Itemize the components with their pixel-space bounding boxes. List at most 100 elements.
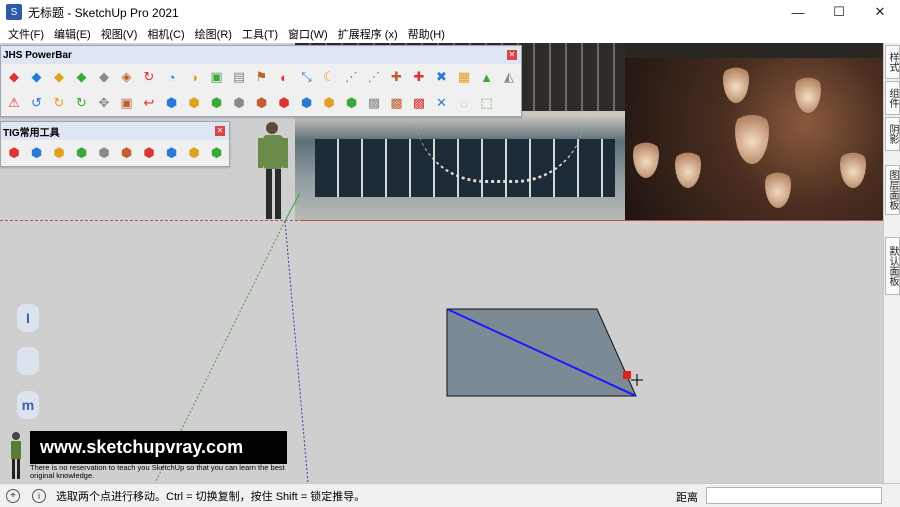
scale-figure-person [258, 122, 288, 219]
jhs-tool-icon[interactable]: ◆ [48, 66, 70, 88]
info-icon[interactable]: i [32, 488, 46, 503]
geo-location-icon[interactable]: ⌖ [6, 488, 20, 503]
watermark-person-icon [11, 432, 21, 479]
jhs-toolbar-header[interactable]: JHS PowerBar ✕ [1, 46, 521, 64]
menu-help[interactable]: 帮助(H) [403, 26, 450, 42]
window-title: 无标题 - SketchUp Pro 2021 [28, 5, 179, 20]
tray-tab-styles[interactable]: 样式 [885, 45, 900, 79]
tig-tool-icon[interactable]: ⬢ [183, 142, 205, 164]
blue-axis [284, 220, 309, 483]
jhs-tool-icon[interactable]: ▩ [363, 92, 385, 114]
jhs-tool-icon[interactable]: ▣ [206, 66, 228, 88]
menu-bar: 文件(F) 编辑(E) 视图(V) 相机(C) 绘图(R) 工具(T) 窗口(W… [0, 24, 900, 43]
jhs-tool-icon[interactable]: ↺ [26, 92, 48, 114]
menu-extensions[interactable]: 扩展程序 (x) [333, 26, 403, 42]
tray-tab-shadows[interactable]: 阴影 [885, 117, 900, 151]
jhs-tool-icon[interactable]: ✥ [93, 92, 115, 114]
jhs-tool-icon[interactable]: ⬢ [318, 92, 340, 114]
jhs-tool-icon[interactable]: ⬢ [273, 92, 295, 114]
jhs-tool-icon[interactable]: ◈ [116, 66, 138, 88]
tray-tab-components[interactable]: 组件 [885, 81, 900, 115]
jhs-tool-icon[interactable]: ▩ [408, 92, 430, 114]
jhs-tool-icon[interactable]: ☾ [318, 66, 340, 88]
jhs-tool-icon[interactable]: ◐ [273, 66, 295, 88]
title-bar: S 无标题 - SketchUp Pro 2021 — ☐ ✕ [0, 0, 900, 24]
jhs-tool-icon[interactable]: ▦ [453, 66, 475, 88]
shortcut-blank-button[interactable] [17, 347, 39, 375]
minimize-button[interactable]: — [775, 0, 821, 24]
menu-tools[interactable]: 工具(T) [237, 26, 283, 42]
jhs-tool-icon[interactable]: ⚑ [251, 66, 273, 88]
tig-tool-icon[interactable]: ⬢ [138, 142, 160, 164]
jhs-powerbar-toolbar: JHS PowerBar ✕ ◆ ◆ ◆ ◆ ◆ ◈ ↻ ◔ ◑ ▣ ▤ ⚑ ◐ ⤡ ☾ ⋰ ⋰ ✚ ✚ ✖ ▦ ▲ ◭ ⚠… [0, 45, 522, 117]
jhs-tool-icon[interactable]: ▤ [228, 66, 250, 88]
jhs-tool-icon[interactable]: ⬚ [476, 92, 498, 114]
jhs-tool-icon[interactable]: ⬢ [206, 92, 228, 114]
tig-tool-icon[interactable]: ⬢ [206, 142, 228, 164]
jhs-tool-icon[interactable]: ◑ [183, 66, 205, 88]
watermark-url: www.sketchupvray.com [30, 431, 287, 464]
jhs-tool-icon[interactable]: ⬢ [251, 92, 273, 114]
menu-file[interactable]: 文件(F) [3, 26, 49, 42]
menu-edit[interactable]: 编辑(E) [49, 26, 96, 42]
maximize-button[interactable]: ☐ [816, 0, 862, 24]
jhs-tool-icon[interactable]: ⋰ [363, 66, 385, 88]
measurements-input[interactable] [706, 487, 882, 504]
tig-toolbar-row: ⬢ ⬢ ⬢ ⬢ ⬢ ⬢ ⬢ ⬢ ⬢ ⬢ [1, 140, 229, 166]
jhs-tool-icon[interactable]: ⬢ [341, 92, 363, 114]
shortcut-m-button[interactable]: m [17, 391, 39, 419]
measurements-label: 距离 [676, 492, 698, 504]
jhs-tool-icon[interactable]: ↻ [138, 66, 160, 88]
jhs-tool-icon[interactable]: ↻ [71, 92, 93, 114]
jhs-tool-icon[interactable]: ⬢ [228, 92, 250, 114]
tig-toolbar-close-icon[interactable]: ✕ [215, 126, 225, 136]
jhs-tool-icon[interactable]: ◆ [3, 66, 25, 88]
jhs-tool-icon[interactable]: ▣ [116, 92, 138, 114]
tray-tab-layers-panel[interactable]: 图层面板 [885, 165, 900, 215]
menu-window[interactable]: 窗口(W) [283, 26, 333, 42]
tray-tab-default-panel[interactable]: 默认面板 [885, 237, 900, 295]
jhs-tool-icon[interactable]: ⬢ [296, 92, 318, 114]
tig-tool-icon[interactable]: ⬢ [26, 142, 48, 164]
tig-tool-icon[interactable]: ⬢ [48, 142, 70, 164]
jhs-tool-icon[interactable]: ▲ [476, 66, 498, 88]
move-cursor-icon [631, 374, 643, 386]
jhs-toolbar-title: JHS PowerBar [3, 49, 72, 61]
model-viewport[interactable]: JHS PowerBar ✕ ◆ ◆ ◆ ◆ ◆ ◈ ↻ ◔ ◑ ▣ ▤ ⚑ ◐ ⤡ ☾ ⋰ ⋰ ✚ ✚ ✖ ▦ ▲ ◭ ⚠… [0, 43, 883, 483]
tig-toolbar-header[interactable]: TIG常用工具 ✕ [1, 122, 229, 140]
menu-draw[interactable]: 绘图(R) [190, 26, 237, 42]
jhs-tool-icon[interactable]: ◔ [161, 66, 183, 88]
menu-view[interactable]: 视图(V) [96, 26, 143, 42]
status-bar: ⌖ i 选取两个点进行移动。Ctrl = 切换复制，按住 Shift = 锁定推… [0, 483, 900, 507]
jhs-tool-icon[interactable]: ◆ [93, 66, 115, 88]
jhs-tool-icon[interactable]: ✚ [386, 66, 408, 88]
jhs-tool-icon[interactable]: ◆ [26, 66, 48, 88]
jhs-tool-icon[interactable]: ◭ [498, 66, 520, 88]
jhs-tool-icon[interactable]: ✖ [431, 66, 453, 88]
jhs-tool-icon[interactable]: ⬢ [183, 92, 205, 114]
jhs-tool-icon[interactable]: ↻ [48, 92, 70, 114]
jhs-tool-icon[interactable]: ⬢ [161, 92, 183, 114]
green-axis-positive [284, 192, 301, 222]
tig-tool-icon[interactable]: ⬢ [71, 142, 93, 164]
close-button[interactable]: ✕ [857, 0, 900, 24]
jhs-tool-icon[interactable]: ◌ [453, 92, 475, 114]
jhs-toolbar-close-icon[interactable]: ✕ [507, 50, 517, 60]
tig-tool-icon[interactable]: ⬢ [116, 142, 138, 164]
tig-tool-icon[interactable]: ⬢ [161, 142, 183, 164]
jhs-tool-icon[interactable]: ⤡ [296, 66, 318, 88]
jhs-tool-icon[interactable]: ◆ [71, 66, 93, 88]
jhs-tool-icon[interactable]: ⋰ [341, 66, 363, 88]
tig-tool-icon[interactable]: ⬢ [3, 142, 25, 164]
jhs-tool-icon[interactable]: ▩ [386, 92, 408, 114]
jhs-tool-icon[interactable]: ⚠ [3, 92, 25, 114]
jhs-tool-icon[interactable]: ✚ [408, 66, 430, 88]
shortcut-i-button[interactable]: I [17, 304, 39, 332]
tig-toolbar-title: TIG常用工具 [3, 127, 60, 139]
jhs-tool-icon[interactable]: ✕ [431, 92, 453, 114]
jhs-tool-icon[interactable]: ↩ [138, 92, 160, 114]
tig-tool-icon[interactable]: ⬢ [93, 142, 115, 164]
menu-camera[interactable]: 相机(C) [142, 26, 189, 42]
endpoint-marker [623, 371, 631, 379]
jhs-toolbar-row1: ◆ ◆ ◆ ◆ ◆ ◈ ↻ ◔ ◑ ▣ ▤ ⚑ ◐ ⤡ ☾ ⋰ ⋰ ✚ ✚ ✖ ▦ ▲ ◭ [1, 64, 521, 90]
